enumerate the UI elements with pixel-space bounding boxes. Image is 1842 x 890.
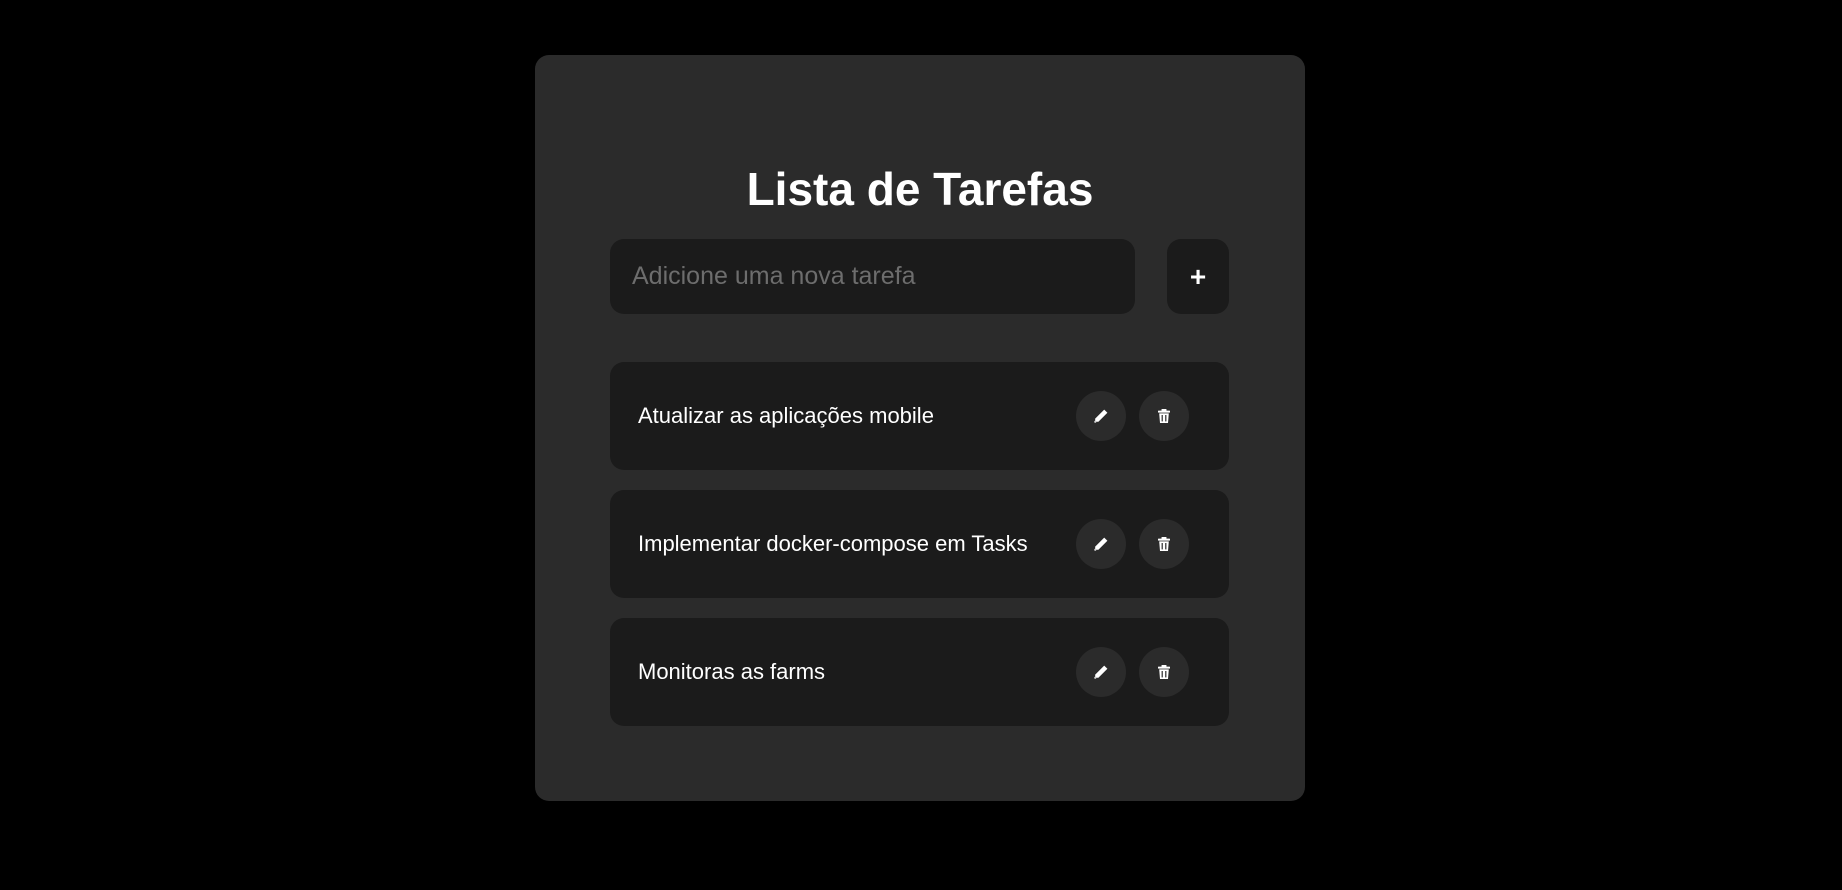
page-title: Lista de Tarefas xyxy=(746,163,1094,215)
edit-task-button[interactable] xyxy=(1076,647,1126,697)
task-item: Atualizar as aplicações mobile xyxy=(610,362,1229,470)
trash-icon xyxy=(1158,537,1170,551)
pencil-icon xyxy=(1094,409,1108,423)
trash-icon xyxy=(1158,665,1170,679)
delete-task-button[interactable] xyxy=(1139,519,1189,569)
trash-icon xyxy=(1158,409,1170,423)
pencil-icon xyxy=(1094,665,1108,679)
new-task-input[interactable] xyxy=(610,239,1135,314)
task-list: Atualizar as aplicações mobile Implement… xyxy=(610,362,1229,746)
delete-task-button[interactable] xyxy=(1139,647,1189,697)
task-item: Implementar docker-compose em Tasks xyxy=(610,490,1229,598)
task-text: Implementar docker-compose em Tasks xyxy=(638,531,1028,556)
task-item: Monitoras as farms xyxy=(610,618,1229,726)
edit-task-button[interactable] xyxy=(1076,391,1126,441)
pencil-icon xyxy=(1094,537,1108,551)
task-text: Monitoras as farms xyxy=(638,659,826,684)
todo-card: Lista de Tarefas + Atualizar as aplicaçõ… xyxy=(535,55,1305,801)
delete-task-button[interactable] xyxy=(1139,391,1189,441)
add-task-button[interactable]: + xyxy=(1167,239,1229,314)
edit-task-button[interactable] xyxy=(1076,519,1126,569)
task-text: Atualizar as aplicações mobile xyxy=(638,403,934,428)
